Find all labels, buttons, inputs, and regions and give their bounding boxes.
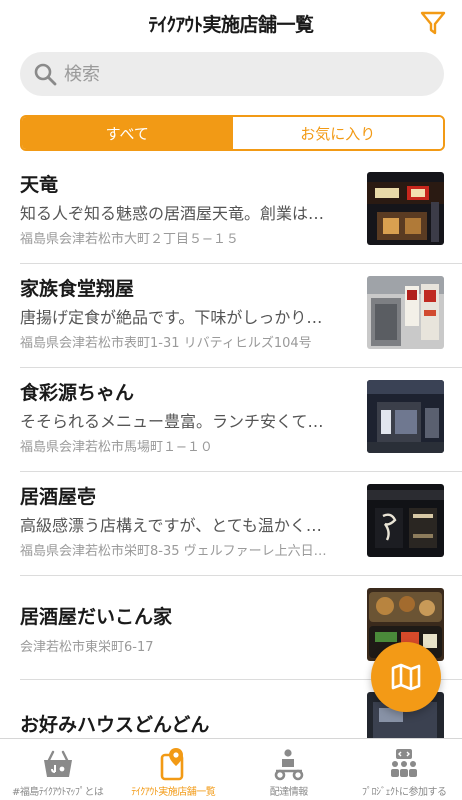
restaurant-name: 居酒屋だいこん家 bbox=[20, 606, 173, 628]
phone-location-icon bbox=[160, 748, 184, 781]
delivery-scooter-icon bbox=[274, 749, 304, 781]
restaurant-description: 知る人ぞ知る魅惑の居酒屋天竜。創業は… bbox=[20, 204, 325, 223]
restaurant-address: 福島県会津若松市栄町8-35 ヴェルファーレ上六日… bbox=[20, 544, 327, 559]
tab-label: #福島ﾃｲｸｱｳﾄﾏｯﾌﾟとは bbox=[12, 787, 104, 798]
filter-segment: すべて お気に入り bbox=[20, 115, 445, 151]
restaurant-photo bbox=[367, 276, 444, 349]
restaurant-description: 高級感漂う店構えですが、とても温かく… bbox=[20, 516, 322, 535]
segment-all[interactable]: すべて bbox=[22, 117, 233, 149]
search-icon bbox=[34, 63, 57, 86]
restaurant-name: 食彩源ちゃん bbox=[20, 382, 135, 404]
tab-about[interactable]: #福島ﾃｲｸｱｳﾄﾏｯﾌﾟとは bbox=[0, 739, 116, 800]
page-title: ﾃｲｸｱｳﾄ実施店舗一覧 bbox=[148, 14, 314, 36]
tab-label: ﾃｲｸｱｳﾄ実施店舗一覧 bbox=[131, 787, 216, 798]
restaurant-photo bbox=[367, 484, 444, 557]
restaurant-address: 福島県会津若松市表町1-31 リバティヒルズ104号 bbox=[20, 336, 312, 351]
segment-favorites[interactable]: お気に入り bbox=[232, 117, 443, 149]
tab-bar: #福島ﾃｲｸｱｳﾄﾏｯﾌﾟとは ﾃｲｸｱｳﾄ実施店舗一覧 配達情報 ﾌﾟﾛｼﾞｪ… bbox=[0, 738, 462, 800]
tab-delivery[interactable]: 配達情報 bbox=[231, 739, 347, 800]
restaurant-description: そそられるメニュー豊富。ランチ安くて… bbox=[20, 412, 324, 431]
restaurant-name: お好みハウスどんどん bbox=[20, 714, 210, 736]
team-icon bbox=[391, 749, 418, 777]
restaurant-address: 会津若松市東栄町6-17 bbox=[20, 640, 154, 655]
tab-takeout-list[interactable]: ﾃｲｸｱｳﾄ実施店舗一覧 bbox=[116, 739, 232, 800]
restaurant-photo bbox=[367, 172, 444, 245]
restaurant-address: 福島県会津若松市大町２丁目５−１５ bbox=[20, 232, 239, 247]
restaurant-name: 家族食堂翔屋 bbox=[20, 278, 135, 300]
map-icon bbox=[391, 663, 421, 691]
restaurant-photo bbox=[367, 380, 444, 453]
list-item[interactable]: 家族食堂翔屋 唐揚げ定食が絶品です。下味がしっかり… 福島県会津若松市表町1-3… bbox=[0, 264, 462, 368]
search-input[interactable] bbox=[64, 52, 424, 96]
header: ﾃｲｸｱｳﾄ実施店舗一覧 bbox=[0, 0, 462, 48]
map-button[interactable] bbox=[371, 642, 441, 712]
list-item[interactable]: 天竜 知る人ぞ知る魅惑の居酒屋天竜。創業は… 福島県会津若松市大町２丁目５−１５ bbox=[0, 160, 462, 264]
basket-icon bbox=[43, 750, 72, 777]
tab-label: ﾌﾟﾛｼﾞｪｸﾄに参加する bbox=[362, 787, 447, 798]
list-item[interactable]: 食彩源ちゃん そそられるメニュー豊富。ランチ安くて… 福島県会津若松市馬場町１−… bbox=[0, 368, 462, 472]
restaurant-name: 天竜 bbox=[20, 174, 59, 196]
filter-icon[interactable] bbox=[420, 10, 446, 36]
search-bar[interactable] bbox=[20, 52, 444, 96]
restaurant-description: 唐揚げ定食が絶品です。下味がしっかり… bbox=[20, 308, 323, 327]
tab-join-project[interactable]: ﾌﾟﾛｼﾞｪｸﾄに参加する bbox=[347, 739, 462, 800]
restaurant-name: 居酒屋壱 bbox=[20, 486, 97, 508]
tab-label: 配達情報 bbox=[269, 787, 308, 798]
restaurant-address: 福島県会津若松市馬場町１−１０ bbox=[20, 440, 213, 455]
list-item[interactable]: 居酒屋壱 高級感漂う店構えですが、とても温かく… 福島県会津若松市栄町8-35 … bbox=[0, 472, 462, 576]
